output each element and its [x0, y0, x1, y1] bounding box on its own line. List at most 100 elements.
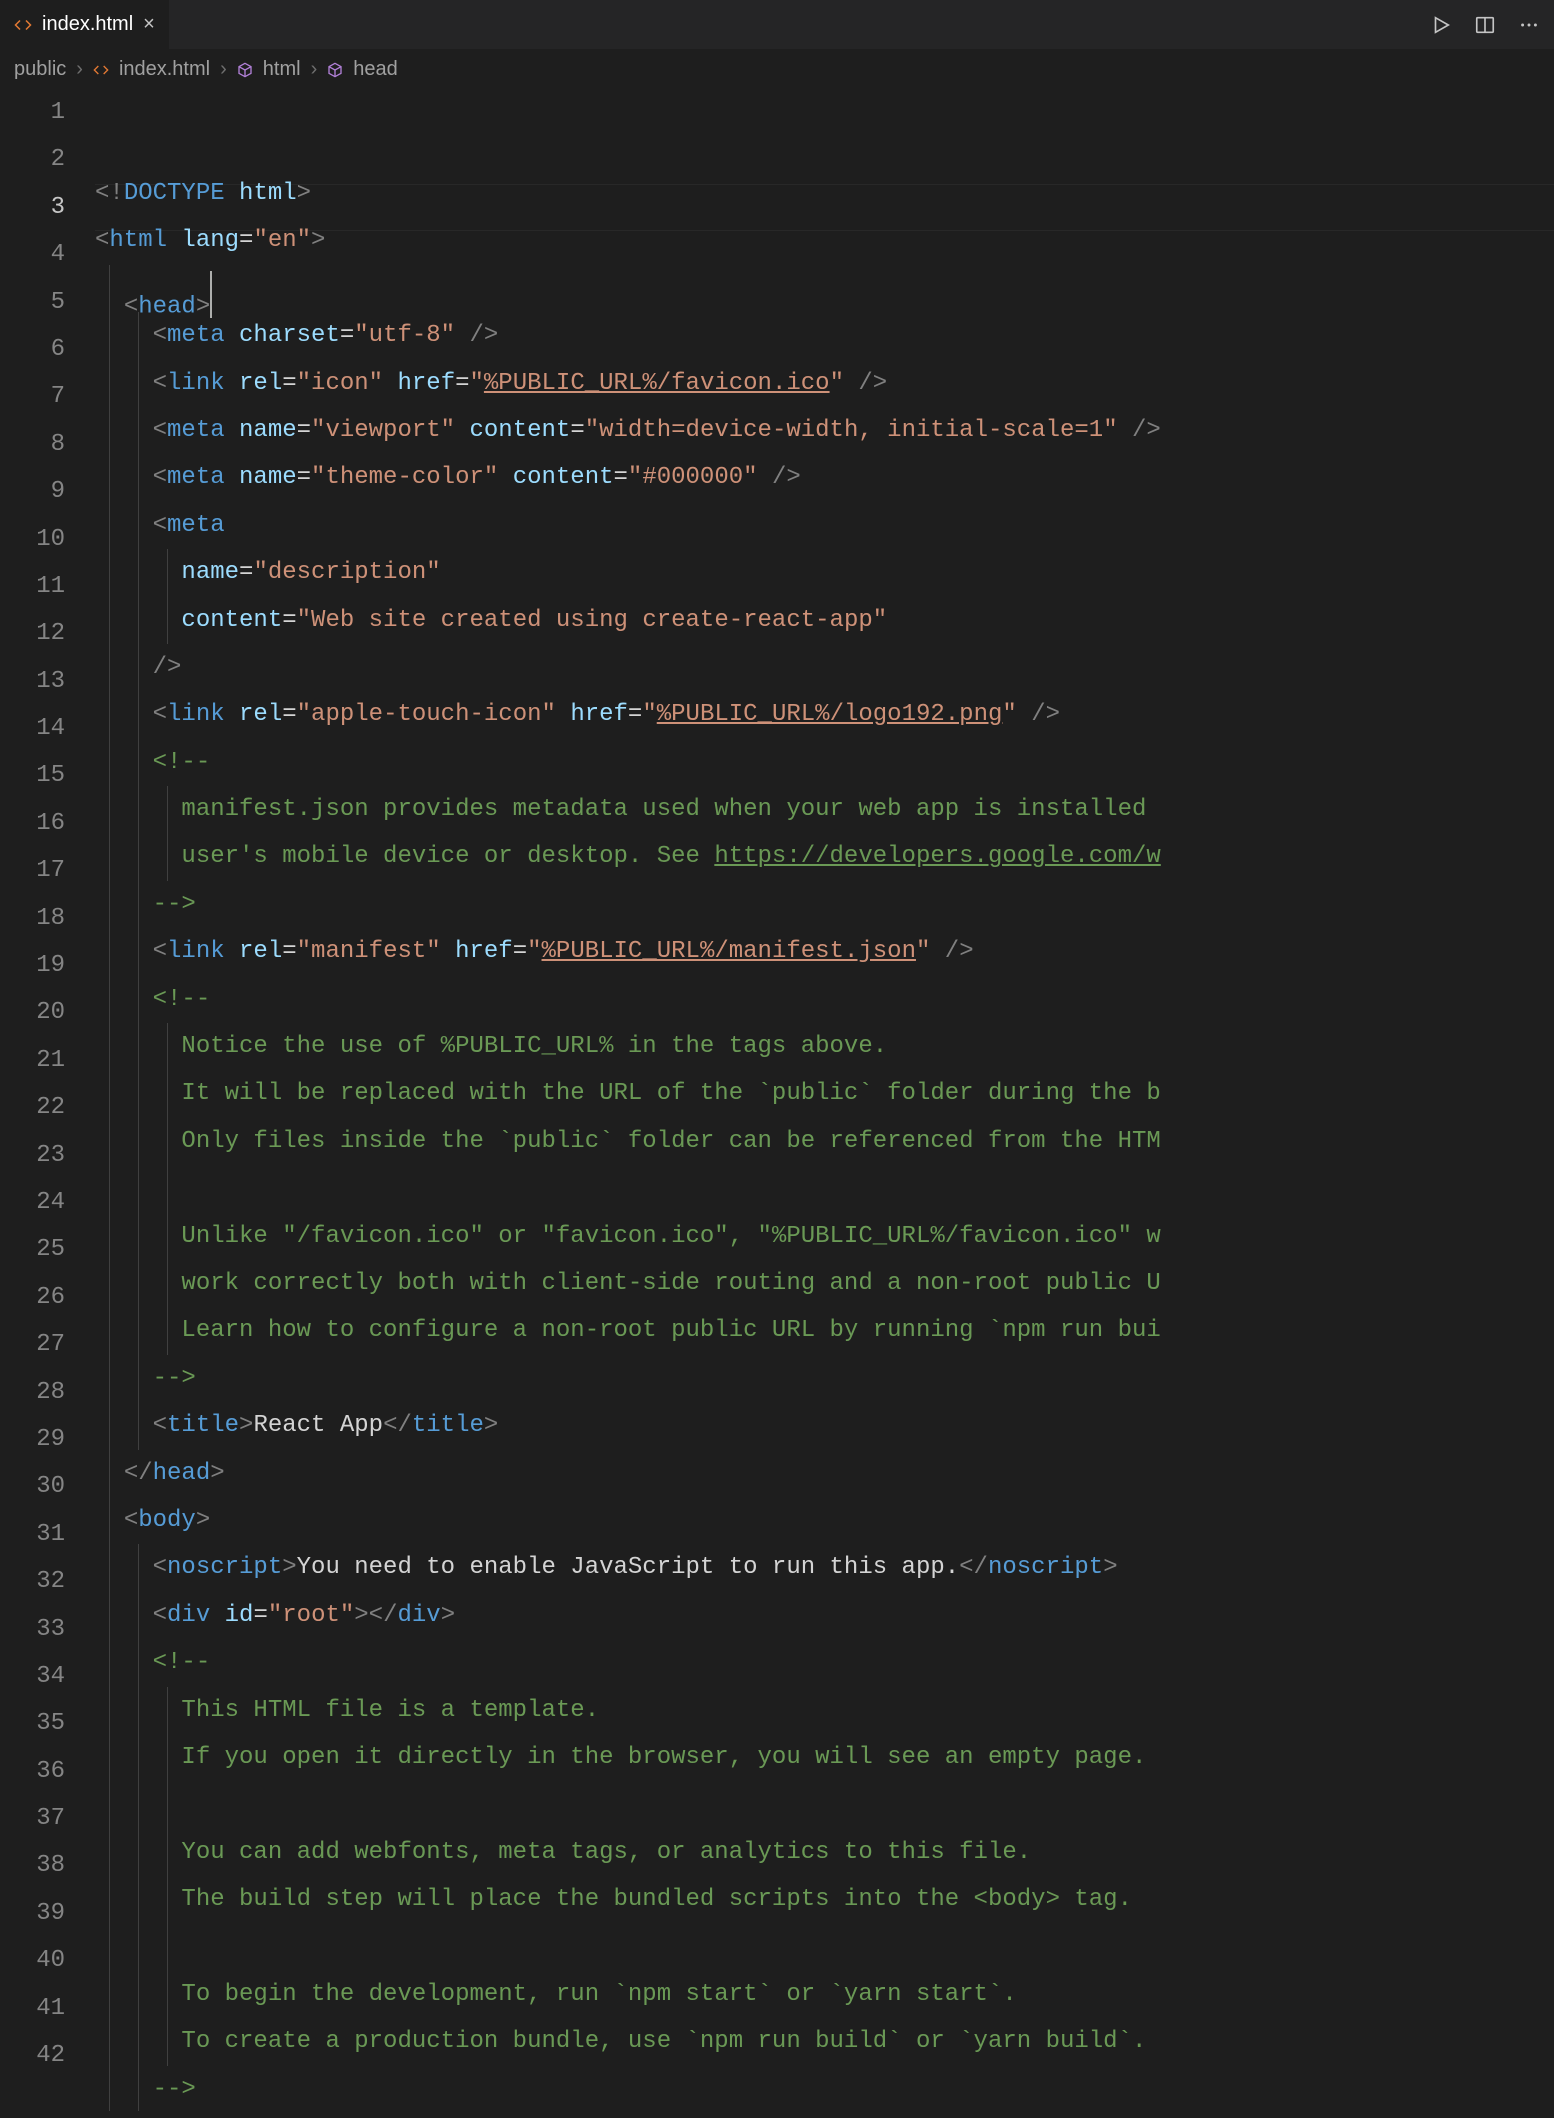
code-line[interactable]: manifest.json provides metadata used whe…	[95, 786, 1554, 833]
run-icon[interactable]	[1430, 14, 1452, 36]
line-number[interactable]: 6	[0, 326, 65, 373]
code-line[interactable]: Notice the use of %PUBLIC_URL% in the ta…	[95, 1023, 1554, 1070]
line-number[interactable]: 17	[0, 847, 65, 894]
code-line[interactable]: </head>	[95, 1450, 1554, 1497]
tab-close-icon[interactable]: ×	[143, 13, 155, 36]
code-line[interactable]	[95, 1781, 1554, 1828]
line-number[interactable]: 30	[0, 1463, 65, 1510]
code-line[interactable]: If you open it directly in the browser, …	[95, 1734, 1554, 1781]
line-number[interactable]: 42	[0, 2032, 65, 2079]
line-number[interactable]: 21	[0, 1037, 65, 1084]
code-line[interactable]: -->	[95, 2066, 1554, 2111]
code-line[interactable]: <div id="root"></div>	[95, 1592, 1554, 1639]
code-editor[interactable]: 1234567891011121314151617181920212223242…	[0, 89, 1554, 2111]
breadcrumb-segment[interactable]: index.html	[119, 58, 210, 81]
line-number[interactable]: 37	[0, 1795, 65, 1842]
code-line[interactable]: This HTML file is a template.	[95, 1687, 1554, 1734]
line-number[interactable]: 22	[0, 1084, 65, 1131]
line-number[interactable]: 25	[0, 1226, 65, 1273]
code-line[interactable]: <noscript>You need to enable JavaScript …	[95, 1544, 1554, 1591]
token-comment: If you open it directly in the browser, …	[181, 1744, 1146, 1771]
code-line[interactable]: <link rel="manifest" href="%PUBLIC_URL%/…	[95, 928, 1554, 975]
line-number[interactable]: 28	[0, 1369, 65, 1416]
line-number[interactable]: 32	[0, 1558, 65, 1605]
code-area[interactable]: <!DOCTYPE html><html lang="en"> <head> <…	[95, 89, 1554, 2111]
line-number[interactable]: 23	[0, 1132, 65, 1179]
code-line[interactable]: To begin the development, run `npm start…	[95, 1971, 1554, 2018]
tab-index-html[interactable]: index.html ×	[0, 0, 170, 49]
token-bracket: >	[210, 1460, 224, 1487]
code-line[interactable]: <!--	[95, 1639, 1554, 1686]
token-attr: charset	[239, 322, 340, 349]
line-number[interactable]: 27	[0, 1321, 65, 1368]
line-number[interactable]: 36	[0, 1748, 65, 1795]
code-line[interactable]: user's mobile device or desktop. See htt…	[95, 833, 1554, 880]
code-line[interactable]: To create a production bundle, use `npm …	[95, 2018, 1554, 2065]
line-number[interactable]: 34	[0, 1653, 65, 1700]
code-line[interactable]: <meta name="theme-color" content="#00000…	[95, 454, 1554, 501]
code-line[interactable]: <html lang="en">	[95, 217, 1554, 264]
line-number[interactable]: 5	[0, 279, 65, 326]
line-number[interactable]: 39	[0, 1890, 65, 1937]
code-line[interactable]: <body>	[95, 1497, 1554, 1544]
code-line[interactable]: Learn how to configure a non-root public…	[95, 1307, 1554, 1354]
line-number[interactable]: 15	[0, 752, 65, 799]
line-number[interactable]: 38	[0, 1842, 65, 1889]
line-number[interactable]: 4	[0, 231, 65, 278]
line-number[interactable]: 14	[0, 705, 65, 752]
line-number[interactable]: 18	[0, 895, 65, 942]
code-line[interactable]	[95, 1165, 1554, 1212]
code-line[interactable]: <!--	[95, 739, 1554, 786]
line-number[interactable]: 3	[0, 184, 65, 231]
line-number[interactable]: 1	[0, 89, 65, 136]
code-line[interactable]: name="description"	[95, 549, 1554, 596]
code-line[interactable]: <link rel="icon" href="%PUBLIC_URL%/favi…	[95, 360, 1554, 407]
line-number[interactable]: 19	[0, 942, 65, 989]
line-number[interactable]: 35	[0, 1700, 65, 1747]
line-number[interactable]: 29	[0, 1416, 65, 1463]
line-number[interactable]: 8	[0, 421, 65, 468]
code-line[interactable]: content="Web site created using create-r…	[95, 597, 1554, 644]
code-line[interactable]: <meta	[95, 502, 1554, 549]
code-line[interactable]: You can add webfonts, meta tags, or anal…	[95, 1829, 1554, 1876]
line-number[interactable]: 2	[0, 136, 65, 183]
code-line[interactable]: <title>React App</title>	[95, 1402, 1554, 1449]
line-number-gutter[interactable]: 1234567891011121314151617181920212223242…	[0, 89, 95, 2111]
code-line[interactable]: It will be replaced with the URL of the …	[95, 1070, 1554, 1117]
line-number[interactable]: 11	[0, 563, 65, 610]
line-number[interactable]: 20	[0, 989, 65, 1036]
breadcrumb-segment[interactable]: public	[14, 58, 66, 81]
split-editor-icon[interactable]	[1474, 14, 1496, 36]
code-line[interactable]: />	[95, 644, 1554, 691]
code-line[interactable]: <link rel="apple-touch-icon" href="%PUBL…	[95, 691, 1554, 738]
breadcrumb-segment[interactable]: html	[263, 58, 301, 81]
code-line[interactable]: <!DOCTYPE html>	[95, 170, 1554, 217]
code-line[interactable]: <meta name="viewport" content="width=dev…	[95, 407, 1554, 454]
code-line[interactable]: Unlike "/favicon.ico" or "favicon.ico", …	[95, 1213, 1554, 1260]
code-line[interactable]: <!--	[95, 976, 1554, 1023]
code-line[interactable]: Only files inside the `public` folder ca…	[95, 1118, 1554, 1165]
more-actions-icon[interactable]	[1518, 14, 1540, 36]
line-number[interactable]: 16	[0, 800, 65, 847]
line-number[interactable]: 33	[0, 1606, 65, 1653]
line-number[interactable]: 10	[0, 516, 65, 563]
line-number[interactable]: 31	[0, 1511, 65, 1558]
code-line[interactable]: work correctly both with client-side rou…	[95, 1260, 1554, 1307]
line-number[interactable]: 26	[0, 1274, 65, 1321]
breadcrumb-segment[interactable]: head	[353, 58, 398, 81]
line-number[interactable]: 7	[0, 373, 65, 420]
breadcrumb[interactable]: public › index.html › html › head	[0, 50, 1554, 89]
line-number[interactable]: 41	[0, 1985, 65, 2032]
line-number[interactable]: 9	[0, 468, 65, 515]
line-number[interactable]: 12	[0, 610, 65, 657]
code-line[interactable]: <head>	[95, 265, 1554, 312]
code-line[interactable]: The build step will place the bundled sc…	[95, 1876, 1554, 1923]
code-line[interactable]: <meta charset="utf-8" />	[95, 312, 1554, 359]
code-line[interactable]: -->	[95, 1355, 1554, 1402]
code-line[interactable]: -->	[95, 881, 1554, 928]
line-number[interactable]: 13	[0, 658, 65, 705]
code-line[interactable]	[95, 1923, 1554, 1970]
token-str: "	[470, 370, 484, 397]
line-number[interactable]: 40	[0, 1937, 65, 1984]
line-number[interactable]: 24	[0, 1179, 65, 1226]
